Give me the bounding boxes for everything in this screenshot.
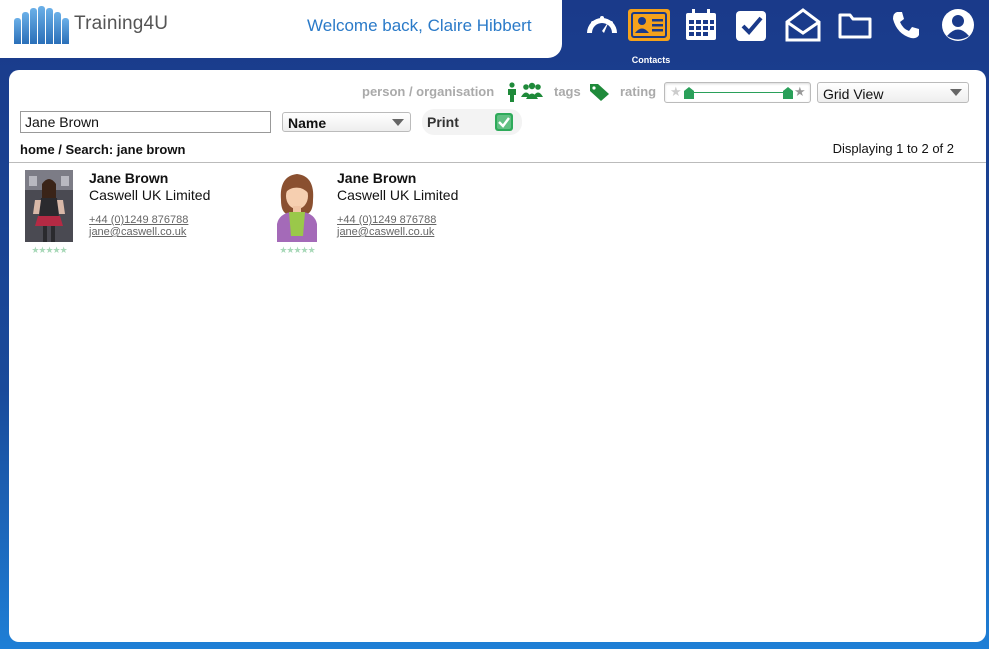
nav-calendar[interactable] xyxy=(679,4,723,46)
nav-folder[interactable] xyxy=(833,4,877,46)
rating-label: rating xyxy=(620,84,657,99)
search-field-value: Name xyxy=(288,115,327,131)
rating-stars: ★★★★★ xyxy=(31,245,67,255)
print-toggle[interactable]: Print xyxy=(422,109,522,135)
nav-mail[interactable] xyxy=(781,4,825,46)
contact-email[interactable]: jane@caswell.co.uk xyxy=(337,226,434,238)
results-count: Displaying 1 to 2 of 2 xyxy=(832,141,954,156)
mail-icon xyxy=(785,8,821,42)
header-bar: Training4U Welcome back, Claire Hibbert xyxy=(0,0,562,58)
organisation-filter-icon[interactable] xyxy=(521,82,543,107)
nav-dashboard[interactable] xyxy=(580,4,624,46)
contact-avatar xyxy=(273,170,321,242)
main-panel: person / organisation tags rating ★ ★ Gr… xyxy=(9,70,986,642)
logo-text: Training4U xyxy=(74,13,169,34)
checkmark-icon xyxy=(497,115,511,129)
filter-bar: person / organisation tags rating ★ ★ Gr… xyxy=(9,82,986,106)
phone-icon xyxy=(893,12,919,39)
rating-stars: ★★★★★ xyxy=(279,245,315,255)
view-select-value: Grid View xyxy=(823,86,884,102)
logo[interactable]: Training4U xyxy=(14,4,168,44)
welcome-message: Welcome back, Claire Hibbert xyxy=(307,16,532,35)
person-filter-icon[interactable] xyxy=(506,82,518,107)
nav-active-label: Contacts xyxy=(631,55,671,65)
nav-phone[interactable] xyxy=(884,4,928,46)
contact-phone[interactable]: +44 (0)1249 876788 xyxy=(89,214,188,226)
contact-card[interactable]: ★★★★★ Jane Brown Caswell UK Limited +44 … xyxy=(25,170,265,260)
tags-label: tags xyxy=(554,84,581,99)
slider-track xyxy=(689,92,786,93)
star-min-icon: ★ xyxy=(670,84,682,99)
nav-user[interactable] xyxy=(936,4,980,46)
contact-email[interactable]: jane@caswell.co.uk xyxy=(89,226,186,238)
search-input[interactable] xyxy=(20,111,271,133)
contacts-icon xyxy=(631,12,667,38)
view-select[interactable]: Grid View xyxy=(817,82,969,103)
chevron-down-icon xyxy=(392,119,404,126)
tasks-icon xyxy=(736,11,766,41)
contact-name[interactable]: Jane Brown xyxy=(337,170,416,186)
dashboard-icon xyxy=(587,16,617,33)
slider-handle-min[interactable] xyxy=(684,86,694,104)
contact-photo xyxy=(25,170,73,242)
print-checkbox[interactable] xyxy=(495,113,513,131)
slider-handle-max[interactable] xyxy=(783,86,793,104)
contact-organisation[interactable]: Caswell UK Limited xyxy=(337,187,458,203)
rating-slider[interactable]: ★ ★ xyxy=(664,82,811,103)
nav-tasks[interactable] xyxy=(730,4,774,46)
breadcrumb[interactable]: home / Search: jane brown xyxy=(20,142,185,157)
user-icon xyxy=(942,9,974,41)
star-max-icon: ★ xyxy=(794,84,806,99)
search-field-select[interactable]: Name xyxy=(282,112,411,132)
calendar-icon xyxy=(686,9,716,40)
main-nav: Contacts xyxy=(576,0,989,70)
chevron-down-icon xyxy=(950,89,962,96)
folder-icon xyxy=(838,13,872,39)
contact-organisation[interactable]: Caswell UK Limited xyxy=(89,187,210,203)
logo-people-icon xyxy=(14,4,70,44)
tags-filter-icon[interactable] xyxy=(589,82,611,107)
divider xyxy=(9,162,986,163)
contact-card[interactable]: ★★★★★ Jane Brown Caswell UK Limited +44 … xyxy=(273,170,513,260)
print-label: Print xyxy=(427,114,459,130)
contact-phone[interactable]: +44 (0)1249 876788 xyxy=(337,214,436,226)
person-organisation-label: person / organisation xyxy=(362,84,495,99)
contact-name[interactable]: Jane Brown xyxy=(89,170,168,186)
nav-contacts[interactable] xyxy=(628,9,670,41)
